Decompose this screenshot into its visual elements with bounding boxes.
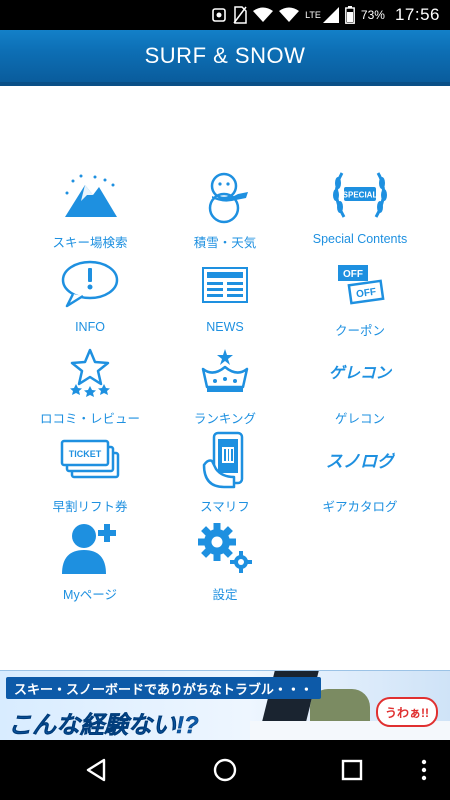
no-sim-icon <box>233 6 247 24</box>
menu-early-lift-ticket[interactable]: TICKET 早割リフト券 <box>15 430 165 518</box>
snolog-logo-icon: スノログ <box>325 430 395 490</box>
menu-snow-weather[interactable]: 積雪・天気 <box>150 166 300 254</box>
menu-label: ギアカタログ <box>322 500 398 514</box>
menu-reviews[interactable]: ロコミ・レビュー <box>15 342 165 430</box>
menu-label: ゲレコン <box>334 412 385 426</box>
back-triangle-icon <box>86 758 106 782</box>
banner-title: こんな経験ない!? <box>8 712 199 740</box>
menu-label: ランキング <box>193 412 257 426</box>
more-vertical-icon <box>421 759 427 781</box>
menu-info[interactable]: INFO <box>15 254 165 342</box>
menu-label: 早割リフト券 <box>52 500 128 514</box>
menu-news[interactable]: NEWS <box>150 254 300 342</box>
battery-percent: 73% <box>360 8 385 22</box>
newspaper-icon <box>190 254 260 314</box>
menu-label: INFO <box>75 320 105 334</box>
gerekon-logo-icon: ゲレコン <box>325 342 395 402</box>
special-laurel-icon: SPECIAL <box>325 166 395 226</box>
menu-smart-lift[interactable]: スマリフ <box>150 430 300 518</box>
menu-settings[interactable]: 設定 <box>150 518 300 606</box>
menu-label: Myページ <box>63 588 117 602</box>
menu-coupon[interactable]: OFF OFF クーポン <box>285 254 435 342</box>
snowman-icon <box>190 166 260 226</box>
coupon-badge-text-1: OFF <box>343 269 363 280</box>
app-header: SURF & SNOW <box>0 30 450 86</box>
clock: 17:56 <box>394 5 440 24</box>
coupon-off-icon: OFF OFF <box>325 254 395 314</box>
mountain-icon <box>55 166 125 226</box>
ticket-badge-text: TICKET <box>69 449 102 459</box>
menu-label: ロコミ・レビュー <box>39 412 140 426</box>
menu-ski-resort-search[interactable]: スキー場検索 <box>15 166 165 254</box>
network-label: LTE <box>305 10 321 20</box>
gerekon-logo-text: ゲレコン <box>329 364 393 382</box>
menu-special-contents[interactable]: SPECIAL Special Contents <box>285 166 435 254</box>
battery-icon <box>345 6 355 24</box>
gears-icon <box>190 518 260 578</box>
speech-bubble-icon <box>55 254 125 314</box>
menu-label: 積雪・天気 <box>193 236 257 250</box>
recents-square-icon <box>341 759 363 781</box>
menu-ranking[interactable]: ランキング <box>150 342 300 430</box>
notification-icon <box>211 7 227 23</box>
snolog-logo-text: スノログ <box>326 452 395 472</box>
special-badge-text: SPECIAL <box>343 191 378 200</box>
home-button[interactable] <box>195 740 255 800</box>
menu-label: スキー場検索 <box>52 236 128 250</box>
navigation-bar <box>0 740 450 800</box>
overflow-menu-button[interactable] <box>404 740 444 800</box>
menu-gear-catalog[interactable]: スノログ ギアカタログ <box>285 430 435 518</box>
home-circle-icon <box>213 758 237 782</box>
status-icons: LTE 73% 17:56 <box>211 0 440 30</box>
wifi-calling-icon <box>253 7 274 23</box>
banner-speech-bubble: うわぁ!! <box>376 697 438 727</box>
crown-icon <box>190 342 260 402</box>
menu-label: Special Contents <box>312 232 408 246</box>
wifi-icon <box>279 7 300 23</box>
smartphone-qr-icon <box>190 430 260 490</box>
menu-label: NEWS <box>206 320 244 334</box>
menu-label: 設定 <box>212 588 238 602</box>
recents-button[interactable] <box>322 740 382 800</box>
menu-grid: スキー場検索 積雪・天気 SPECIAL Special Contents IN… <box>0 86 450 670</box>
ad-banner[interactable]: スキー・スノーボードでありがちなトラブル・・・ こんな経験ない!? うわぁ!! <box>0 670 450 742</box>
app-title: SURF & SNOW <box>144 43 306 68</box>
lte-signal-icon: LTE <box>305 7 339 23</box>
menu-label: クーポン <box>334 324 385 338</box>
banner-headline: スキー・スノーボードでありがちなトラブル・・・ <box>6 677 321 699</box>
menu-my-page[interactable]: Myページ <box>15 518 165 606</box>
menu-gerekon[interactable]: ゲレコン ゲレコン <box>285 342 435 430</box>
user-add-icon <box>55 518 125 578</box>
status-bar: LTE 73% 17:56 <box>0 0 450 30</box>
menu-label: スマリフ <box>200 500 250 514</box>
star-review-icon <box>55 342 125 402</box>
back-button[interactable] <box>66 740 126 800</box>
tickets-icon: TICKET <box>55 430 125 490</box>
